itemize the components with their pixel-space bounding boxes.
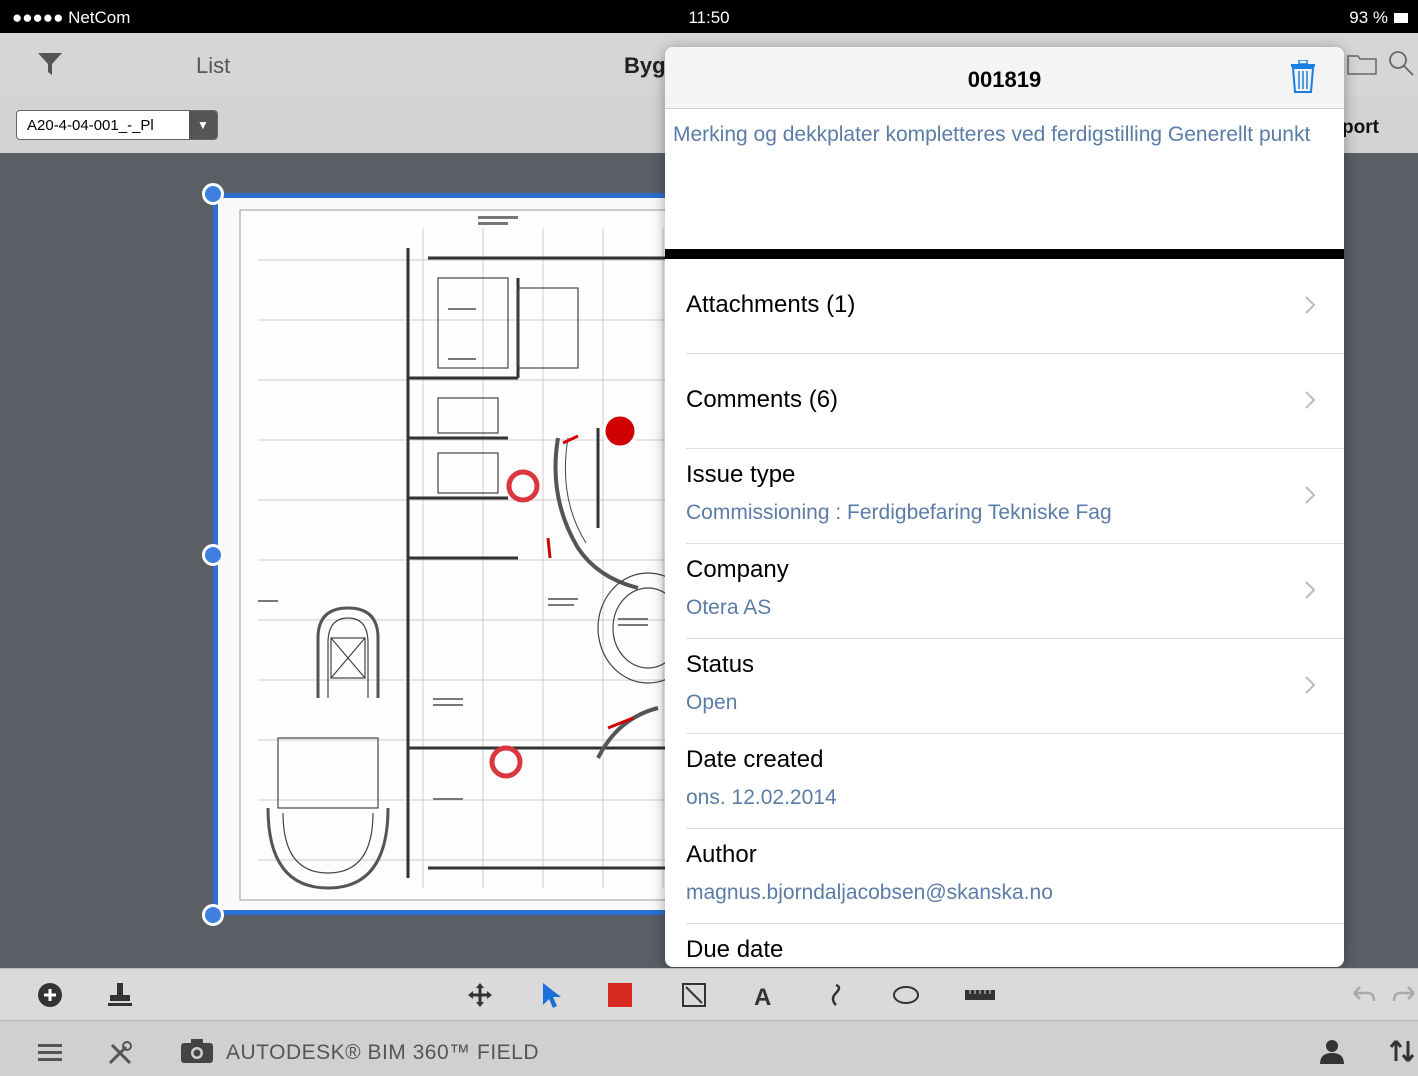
row-label: Attachments (1) bbox=[686, 291, 856, 318]
page-title: Byg bbox=[624, 53, 666, 78]
ruler-icon[interactable] bbox=[964, 981, 996, 1009]
pointer-icon[interactable] bbox=[538, 981, 566, 1009]
issue-detail-list: Attachments (1) Comments (6) Issue type … bbox=[665, 259, 1344, 967]
row-label: Comments (6) bbox=[686, 386, 839, 413]
chevron-down-icon: ▼ bbox=[189, 111, 217, 139]
line-tool-icon[interactable] bbox=[680, 981, 708, 1009]
comments-row[interactable]: Comments (6) bbox=[686, 354, 1344, 449]
sheet-select-value: A20-4-04-001_-_Pl bbox=[27, 116, 154, 134]
brand-label: AUTODESK® BIM 360™ FIELD bbox=[226, 1041, 540, 1064]
issue-popover: 001819 Merking og dekkplater komplettere… bbox=[665, 47, 1344, 967]
row-value: ons. 12.02.2014 bbox=[686, 786, 837, 809]
row-label: Company bbox=[686, 556, 789, 583]
date-created-row: Date created ons. 12.02.2014 bbox=[686, 734, 1344, 829]
row-label: Date created bbox=[686, 746, 824, 773]
list-button[interactable]: List bbox=[196, 53, 230, 79]
row-label: Author bbox=[686, 841, 757, 868]
company-row[interactable]: Company Otera AS bbox=[686, 544, 1344, 639]
status-bar: ●●●●● NetCom 11:50 93 % bbox=[0, 0, 1418, 33]
undo-icon[interactable] bbox=[1350, 981, 1378, 1009]
bottom-nav-bar: AUTODESK® BIM 360™ FIELD bbox=[0, 1020, 1418, 1076]
floor-plan-drawing bbox=[239, 209, 693, 901]
battery-percent: 93 % bbox=[1349, 8, 1388, 27]
chevron-right-icon bbox=[1305, 486, 1316, 504]
filter-icon[interactable] bbox=[37, 51, 63, 77]
add-circle-icon[interactable] bbox=[36, 981, 64, 1009]
status-row[interactable]: Status Open bbox=[686, 639, 1344, 734]
report-button[interactable]: port bbox=[1342, 117, 1379, 139]
menu-icon[interactable] bbox=[36, 1039, 64, 1067]
user-icon[interactable] bbox=[1318, 1037, 1346, 1065]
chevron-right-icon bbox=[1305, 581, 1316, 599]
redo-icon[interactable] bbox=[1390, 981, 1418, 1009]
freehand-icon[interactable] bbox=[822, 981, 850, 1009]
resize-handle-middle[interactable] bbox=[202, 544, 224, 566]
resize-handle-bottom[interactable] bbox=[202, 904, 224, 926]
issue-header: 001819 bbox=[665, 47, 1344, 109]
battery-icon bbox=[1394, 13, 1408, 23]
tools-icon[interactable] bbox=[106, 1039, 134, 1067]
rectangle-fill-icon[interactable] bbox=[606, 981, 634, 1009]
folder-icon[interactable] bbox=[1347, 53, 1377, 75]
sync-icon[interactable] bbox=[1388, 1037, 1416, 1065]
markup-toolbar: A bbox=[0, 968, 1418, 1020]
ellipse-tool-icon[interactable] bbox=[892, 981, 920, 1009]
search-icon[interactable] bbox=[1387, 49, 1415, 77]
camera-icon[interactable] bbox=[180, 1037, 214, 1065]
row-label: Status bbox=[686, 651, 755, 678]
row-label: Due date bbox=[686, 936, 784, 963]
move-icon[interactable] bbox=[466, 981, 494, 1009]
trash-icon[interactable] bbox=[1289, 60, 1317, 94]
due-date-row[interactable]: Due date bbox=[686, 924, 1344, 967]
sheet-select[interactable]: A20-4-04-001_-_Pl ▼ bbox=[16, 110, 218, 140]
issue-pin-selected[interactable] bbox=[602, 413, 638, 449]
chevron-right-icon bbox=[1305, 296, 1316, 314]
row-value: Commissioning : Ferdigbefaring Tekniske … bbox=[686, 501, 1112, 524]
row-label: Issue type bbox=[686, 461, 796, 488]
issue-description[interactable]: Merking og dekkplater kompletteres ved f… bbox=[665, 109, 1344, 259]
row-value: Otera AS bbox=[686, 596, 772, 619]
chevron-right-icon bbox=[1305, 391, 1316, 409]
text-tool-icon[interactable]: A bbox=[751, 981, 779, 1009]
issue-id: 001819 bbox=[967, 67, 1042, 92]
attachments-row[interactable]: Attachments (1) bbox=[686, 259, 1344, 354]
row-value: magnus.bjorndaljacobsen@skanska.no bbox=[686, 881, 1053, 904]
stamp-icon[interactable] bbox=[106, 981, 134, 1009]
battery-indicator: 93 % bbox=[1349, 8, 1408, 28]
author-row: Author magnus.bjorndaljacobsen@skanska.n… bbox=[686, 829, 1344, 924]
issue-type-row[interactable]: Issue type Commissioning : Ferdigbefarin… bbox=[686, 449, 1344, 544]
clock: 11:50 bbox=[688, 8, 730, 27]
floor-plan-sheet[interactable] bbox=[213, 193, 693, 915]
resize-handle-top[interactable] bbox=[202, 183, 224, 205]
chevron-right-icon bbox=[1305, 676, 1316, 694]
row-value: Open bbox=[686, 691, 738, 714]
svg-text:A: A bbox=[754, 984, 771, 1009]
